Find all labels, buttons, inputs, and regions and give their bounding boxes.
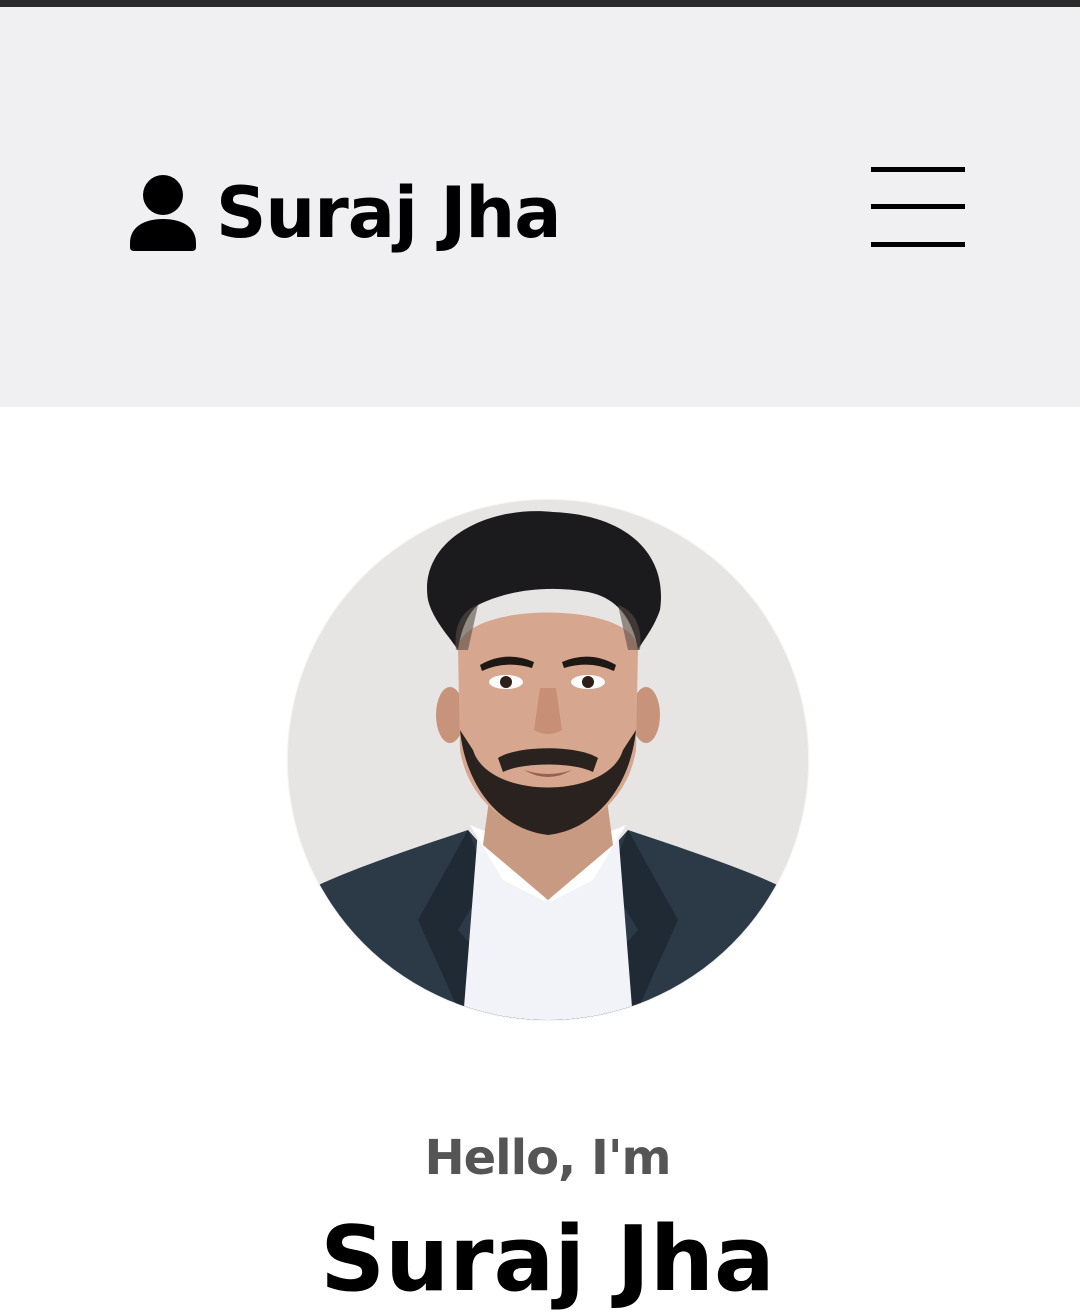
- brand-logo-link[interactable]: Suraj Jha: [130, 165, 561, 261]
- status-bar-strip: [0, 0, 1080, 7]
- hero-greeting: Hello, I'm: [424, 1130, 671, 1186]
- hero-name: Suraj Jha: [320, 1207, 775, 1312]
- hamburger-menu-icon[interactable]: [871, 167, 965, 251]
- menu-line-middle: [871, 204, 965, 209]
- profile-photo: [288, 500, 808, 1020]
- menu-line-top: [871, 167, 965, 172]
- site-header: Suraj Jha: [0, 7, 1080, 407]
- brand-name: Suraj Jha: [216, 172, 561, 254]
- menu-line-bottom: [871, 242, 965, 247]
- user-icon: [130, 175, 196, 251]
